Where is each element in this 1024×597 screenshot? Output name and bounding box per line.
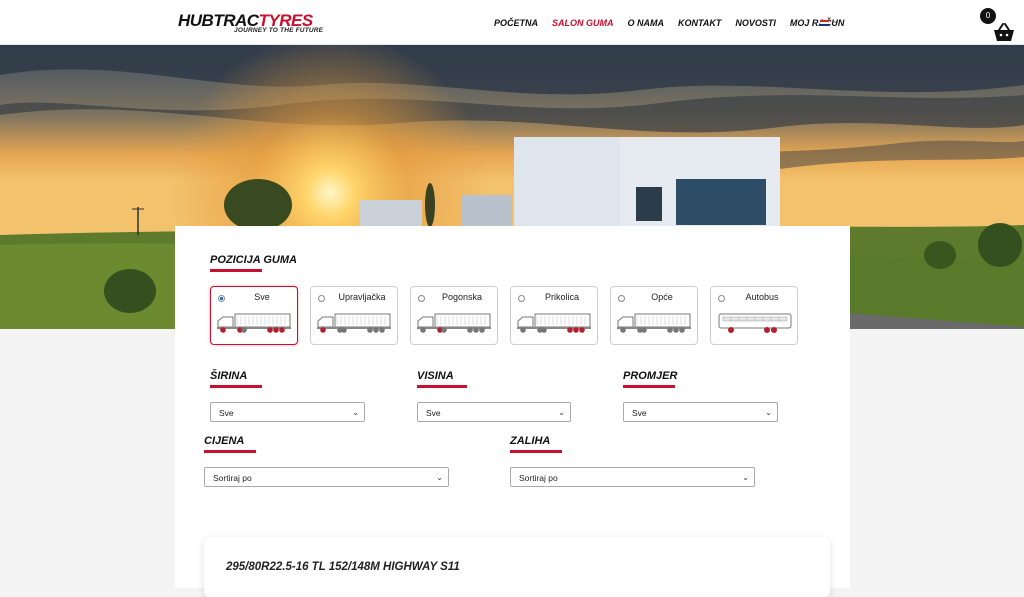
truck-steer-wheel-icon xyxy=(317,313,391,333)
product-card[interactable]: 295/80R22.5-16 TL 152/148M HIGHWAY S11 xyxy=(204,537,830,597)
promjer-select-value: Sve xyxy=(632,408,647,418)
chevron-down-icon: ⌄ xyxy=(558,408,565,417)
title-underline xyxy=(210,385,262,388)
truck-trailer-wheel-icon xyxy=(517,313,591,333)
position-option-label: Opće xyxy=(651,292,673,302)
radio-button[interactable] xyxy=(218,295,225,302)
nav-item-pocetna[interactable]: POČETNA xyxy=(494,18,538,28)
visina-select-value: Sve xyxy=(426,408,441,418)
zaliha-label: ZALIHA xyxy=(510,435,551,447)
site-logo[interactable]: HUBTRACTYRES JOURNEY TO THE FUTURE xyxy=(178,12,324,36)
radio-button[interactable] xyxy=(718,295,725,302)
position-option-opce[interactable]: Opće xyxy=(610,286,698,345)
zaliha-select-value: Sortiraj po xyxy=(519,473,558,483)
cijena-select[interactable]: Sortiraj po ⌄ xyxy=(204,467,449,487)
radio-button[interactable] xyxy=(618,295,625,302)
position-option-label: Autobus xyxy=(745,292,779,302)
bus-wheel-icon xyxy=(718,313,792,333)
nav-item-novosti[interactable]: NOVOSTI xyxy=(735,18,776,28)
cart-button[interactable]: 0 xyxy=(980,8,1020,44)
radio-button[interactable] xyxy=(318,295,325,302)
promjer-label: PROMJER xyxy=(623,370,678,382)
site-header: HUBTRACTYRES JOURNEY TO THE FUTURE POČET… xyxy=(0,0,1024,45)
sirina-select-value: Sve xyxy=(219,408,234,418)
truck-drive-wheel-icon xyxy=(417,313,491,333)
radio-button[interactable] xyxy=(518,295,525,302)
position-option-autobus[interactable]: Autobus xyxy=(710,286,798,345)
nav-item-kontakt[interactable]: KONTAKT xyxy=(678,18,721,28)
position-section-title: POZICIJA GUMA xyxy=(210,254,297,266)
position-option-sve[interactable]: Sve xyxy=(210,286,298,345)
position-option-pogonska[interactable]: Pogonska xyxy=(410,286,498,345)
zaliha-select[interactable]: Sortiraj po ⌄ xyxy=(510,467,755,487)
position-option-label: Pogonska xyxy=(441,292,483,302)
promjer-select[interactable]: Sve ⌄ xyxy=(623,402,778,422)
main-nav: POČETNA SALON GUMA O NAMA KONTAKT NOVOST… xyxy=(494,18,858,28)
position-option-label: Sve xyxy=(254,292,270,302)
cijena-select-value: Sortiraj po xyxy=(213,473,252,483)
position-option-upravljacka[interactable]: Upravljačka xyxy=(310,286,398,345)
chevron-down-icon: ⌄ xyxy=(765,408,772,417)
title-underline xyxy=(417,385,467,388)
chevron-down-icon[interactable]: ⌄ xyxy=(832,16,839,25)
title-underline xyxy=(210,269,262,272)
logo-tagline: JOURNEY TO THE FUTURE xyxy=(234,27,324,34)
product-name[interactable]: 295/80R22.5-16 TL 152/148M HIGHWAY S11 xyxy=(226,561,460,573)
nav-item-salon-guma[interactable]: SALON GUMA xyxy=(552,18,614,28)
sirina-select[interactable]: Sve ⌄ xyxy=(210,402,365,422)
chevron-down-icon: ⌄ xyxy=(742,473,749,482)
title-underline xyxy=(510,450,562,453)
cijena-label: CIJENA xyxy=(204,435,245,447)
chevron-down-icon: ⌄ xyxy=(436,473,443,482)
croatian-flag-icon[interactable] xyxy=(820,20,829,26)
title-underline xyxy=(623,385,675,388)
radio-button[interactable] xyxy=(418,295,425,302)
visina-label: VISINA xyxy=(417,370,454,382)
basket-icon xyxy=(994,23,1014,41)
sirina-label: ŠIRINA xyxy=(210,370,248,382)
position-option-label: Upravljačka xyxy=(338,292,386,302)
truck-general-wheel-icon xyxy=(617,313,691,333)
visina-select[interactable]: Sve ⌄ xyxy=(417,402,571,422)
truck-all-wheels-icon xyxy=(217,313,291,333)
chevron-down-icon: ⌄ xyxy=(352,408,359,417)
position-option-prikolica[interactable]: Prikolica xyxy=(510,286,598,345)
position-option-label: Prikolica xyxy=(544,292,579,302)
nav-item-o-nama[interactable]: O NAMA xyxy=(628,18,665,28)
title-underline xyxy=(204,450,256,453)
